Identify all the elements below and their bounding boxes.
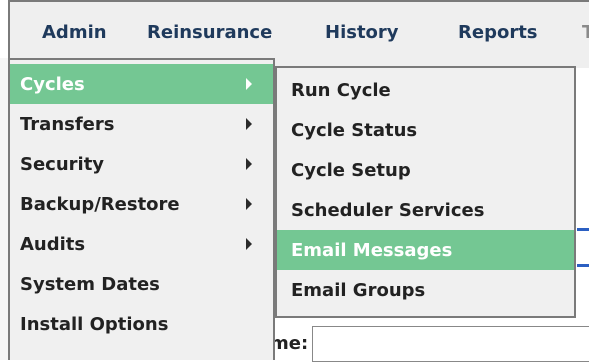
submenu-item-cycle-status[interactable]: Cycle Status <box>277 110 574 150</box>
menu-item-transfers[interactable]: Transfers <box>10 104 273 144</box>
chevron-right-icon <box>246 198 252 210</box>
menu-item-label: Install Options <box>20 313 169 335</box>
menu-item-label: Cycles <box>20 73 85 95</box>
menu-item-cycles[interactable]: Cycles <box>10 64 273 104</box>
background-text-field[interactable] <box>312 326 589 362</box>
submenu-item-scheduler-services[interactable]: Scheduler Services <box>277 190 574 230</box>
admin-dropdown-menu: Cycles Transfers Security Backup/Restore… <box>8 58 275 360</box>
menu-item-label: Audits <box>20 233 86 255</box>
cycles-submenu: Run Cycle Cycle Status Cycle Setup Sched… <box>275 66 576 318</box>
menu-item-system-dates[interactable]: System Dates <box>10 264 273 304</box>
menu-item-label: Transfers <box>20 113 115 135</box>
menu-item-label: Email Groups <box>291 279 426 301</box>
menu-item-backup-restore[interactable]: Backup/Restore <box>10 184 273 224</box>
submenu-item-email-messages[interactable]: Email Messages <box>277 230 574 270</box>
background-link[interactable] <box>577 228 589 231</box>
menu-reinsurance[interactable]: Reinsurance <box>147 22 272 43</box>
menu-item-audits[interactable]: Audits <box>10 224 273 264</box>
menu-item-label: Backup/Restore <box>20 193 180 215</box>
menu-history[interactable]: History <box>325 22 399 43</box>
menu-item-label: Security <box>20 153 105 175</box>
chevron-right-icon <box>246 78 252 90</box>
menu-truncated-item[interactable]: T <box>582 22 589 43</box>
submenu-item-run-cycle[interactable]: Run Cycle <box>277 70 574 110</box>
menu-item-label: Run Cycle <box>291 79 391 101</box>
menu-item-label: Cycle Setup <box>291 159 411 181</box>
background-link[interactable] <box>577 264 589 267</box>
menu-item-label: System Dates <box>20 273 160 295</box>
chevron-right-icon <box>246 158 252 170</box>
submenu-item-cycle-setup[interactable]: Cycle Setup <box>277 150 574 190</box>
menu-item-security[interactable]: Security <box>10 144 273 184</box>
chevron-right-icon <box>246 238 252 250</box>
menu-item-install-options[interactable]: Install Options <box>10 304 273 344</box>
submenu-item-email-groups[interactable]: Email Groups <box>277 270 574 310</box>
menu-item-label: Email Messages <box>291 239 453 261</box>
chevron-right-icon <box>246 118 252 130</box>
menu-item-label: Cycle Status <box>291 119 418 141</box>
menu-item-label: Scheduler Services <box>291 199 485 221</box>
background-field-label: me: <box>270 333 309 354</box>
menu-admin[interactable]: Admin <box>42 22 107 43</box>
menu-reports[interactable]: Reports <box>458 22 538 43</box>
